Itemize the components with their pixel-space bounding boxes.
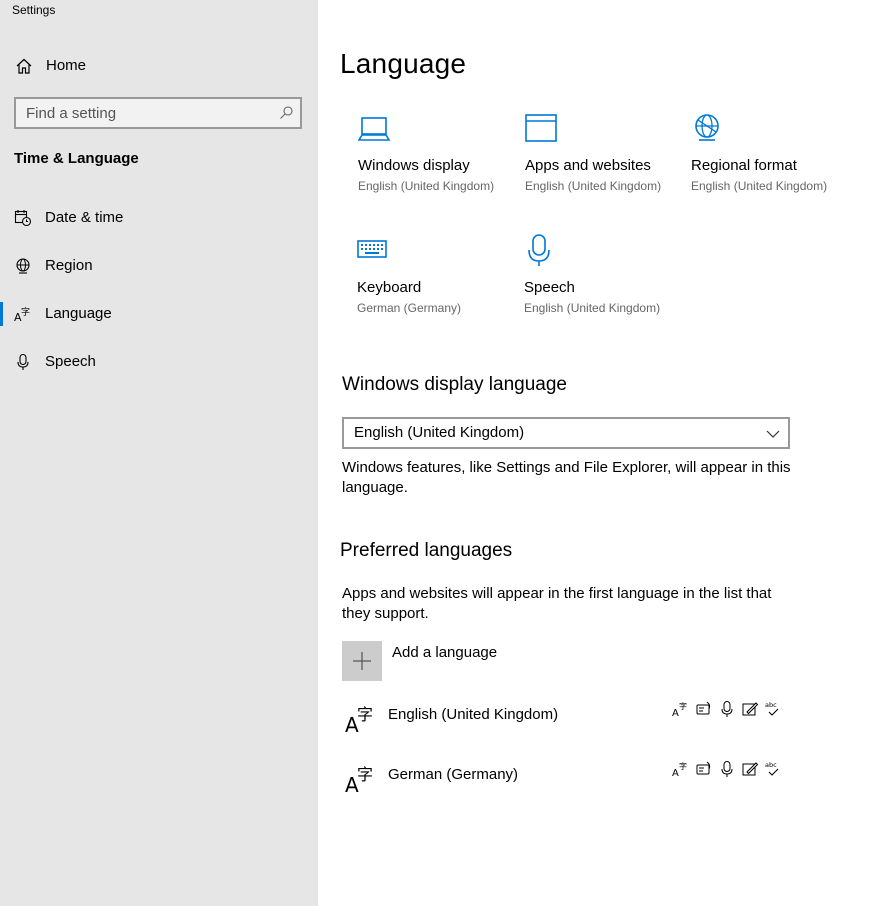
globe-icon <box>16 258 30 274</box>
window-icon <box>525 114 557 142</box>
svg-text:字: 字 <box>357 765 373 784</box>
svg-text:A: A <box>672 768 679 778</box>
speech-recognition-icon <box>721 761 733 777</box>
section-title: Time & Language <box>14 150 139 167</box>
language-name: German (Germany) <box>388 766 519 783</box>
display-language-heading: Windows display language <box>342 374 567 395</box>
selection-indicator <box>0 302 3 326</box>
sidebar-item-label: Speech <box>45 353 96 370</box>
microphone-icon <box>17 353 29 370</box>
sidebar-item-language[interactable]: A 字 Language <box>0 296 318 332</box>
language-features: A 字 abc <box>672 760 782 782</box>
tile-value: German (Germany) <box>357 301 462 315</box>
svg-text:字: 字 <box>679 761 687 771</box>
sidebar-item-label: Region <box>45 257 93 274</box>
globe-icon <box>695 114 719 141</box>
sidebar-item-region[interactable]: Region <box>0 248 318 284</box>
add-language-label: Add a language <box>392 644 498 661</box>
sidebar-item-speech[interactable]: Speech <box>0 344 318 380</box>
svg-text:字: 字 <box>21 306 30 318</box>
language-features: A 字 abc <box>672 700 782 722</box>
tile-value: English (United Kingdom) <box>524 301 661 315</box>
dropdown-value: English (United Kingdom) <box>354 424 525 441</box>
main-content: Language Windows display English (United… <box>318 0 880 906</box>
tile-label: Speech <box>524 279 575 296</box>
search-input[interactable] <box>26 104 266 122</box>
calendar-clock-icon <box>14 210 32 227</box>
spellcheck-text: abc <box>765 761 777 769</box>
tile-label: Windows display <box>358 157 470 174</box>
sidebar: Settings Home Time & Language Date & tim… <box>0 0 318 906</box>
tile-apps-websites[interactable]: Apps and websites English (United Kingdo… <box>525 111 685 211</box>
display-language-dropdown[interactable]: English (United Kingdom) <box>342 417 790 449</box>
search-box[interactable] <box>14 97 302 129</box>
display-language-description: Windows features, like Settings and File… <box>342 459 791 496</box>
chevron-down-icon <box>766 430 780 438</box>
svg-text:字: 字 <box>679 701 687 711</box>
home-label: Home <box>46 57 87 74</box>
search-icon[interactable] <box>278 105 294 121</box>
text-to-speech-icon <box>696 761 711 775</box>
tile-value: English (United Kingdom) <box>358 179 495 193</box>
page-title: Language <box>340 48 467 79</box>
spellcheck-text: abc <box>765 701 777 709</box>
svg-text:A: A <box>672 708 679 718</box>
preferred-languages-heading: Preferred languages <box>340 540 513 561</box>
sidebar-item-label: Date & time <box>45 209 124 226</box>
home-nav-item[interactable]: Home <box>0 50 318 82</box>
svg-text:字: 字 <box>357 705 373 724</box>
sidebar-item-label: Language <box>45 305 112 322</box>
laptop-icon <box>358 117 391 141</box>
language-row-german[interactable]: A 字 German (Germany) A 字 abc <box>342 760 792 810</box>
tile-speech[interactable]: Speech English (United Kingdom) <box>524 233 684 333</box>
preferred-languages-description: Apps and websites will appear in the fir… <box>342 585 772 622</box>
microphone-icon <box>528 234 550 266</box>
keyboard-icon <box>357 240 387 258</box>
tile-label: Keyboard <box>357 279 422 296</box>
tile-regional-format[interactable]: Regional format English (United Kingdom) <box>691 111 851 211</box>
language-row-english[interactable]: A 字 English (United Kingdom) A 字 abc <box>342 700 792 750</box>
language-icon: A 字 <box>345 705 373 734</box>
handwriting-icon <box>742 762 759 776</box>
spellcheck-icon: abc <box>765 701 779 716</box>
tile-value: English (United Kingdom) <box>691 179 828 193</box>
plus-icon <box>353 652 371 670</box>
display-language-icon: A 字 <box>672 761 687 778</box>
tile-label: Apps and websites <box>525 157 651 174</box>
language-icon: A 字 <box>345 765 373 794</box>
add-language-button[interactable]: Add a language <box>342 641 642 681</box>
tile-keyboard[interactable]: Keyboard German (Germany) <box>357 233 517 333</box>
language-icon: A 字 <box>14 306 30 323</box>
tile-windows-display[interactable]: Windows display English (United Kingdom) <box>358 111 518 211</box>
speech-recognition-icon <box>721 701 733 717</box>
app-title: Settings <box>12 3 56 17</box>
add-box <box>342 641 382 681</box>
tile-value: English (United Kingdom) <box>525 179 662 193</box>
display-language-icon: A 字 <box>672 701 687 718</box>
handwriting-icon <box>742 702 759 716</box>
sidebar-item-date-time[interactable]: Date & time <box>0 200 318 236</box>
home-icon <box>16 58 32 74</box>
text-to-speech-icon <box>696 701 711 715</box>
spellcheck-icon: abc <box>765 761 779 776</box>
tile-label: Regional format <box>691 157 797 174</box>
language-name: English (United Kingdom) <box>388 706 559 723</box>
